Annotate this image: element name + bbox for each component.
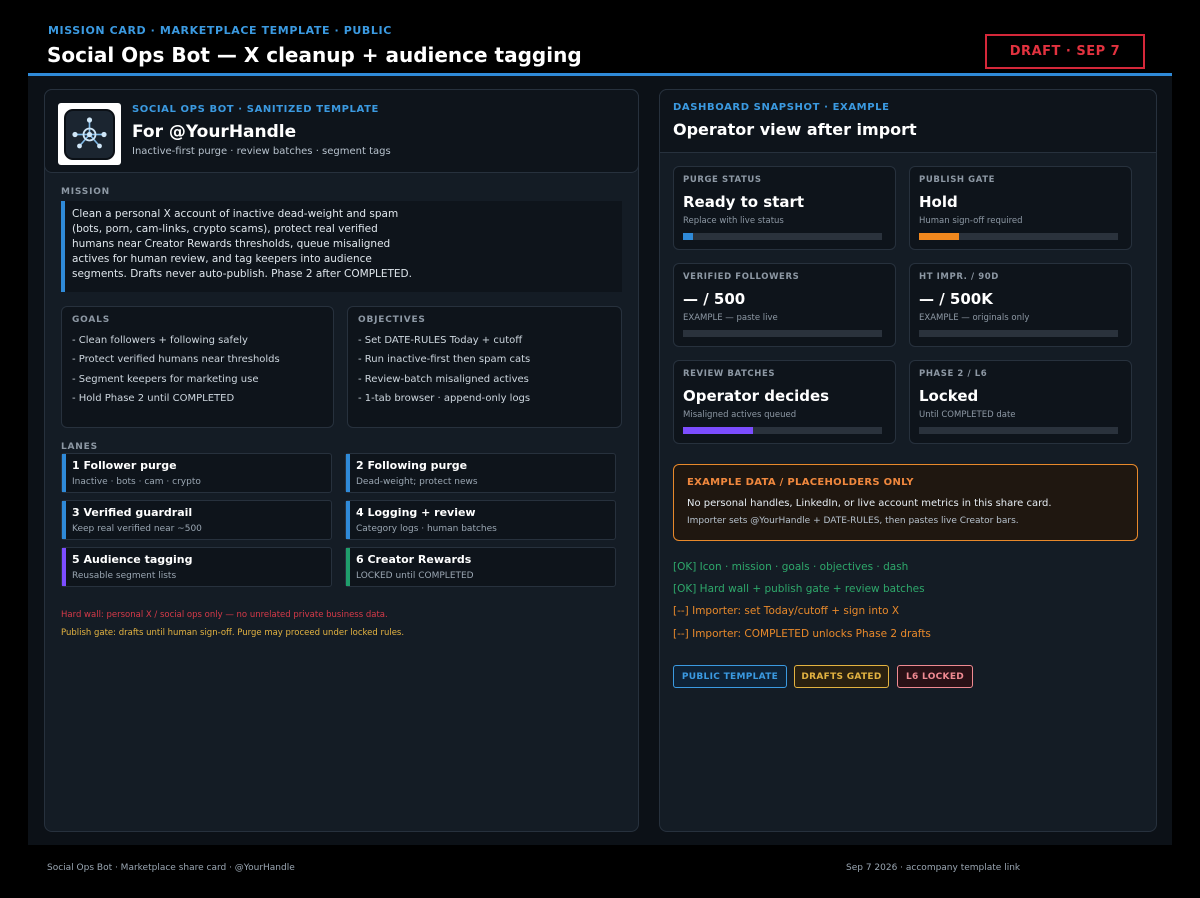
- metric-phase2: PHASE 2 / L6 Locked Until COMPLETED date: [909, 360, 1132, 444]
- lane-title: 2 Following purge: [356, 459, 468, 472]
- metric-progress-track: [919, 427, 1118, 434]
- dashboard-title: Operator view after import: [673, 120, 917, 139]
- hard-wall-note: Hard wall: personal X / social ops only …: [61, 610, 388, 620]
- goal-item: - Clean followers + following safely: [72, 335, 248, 346]
- checklist-item: [OK] Icon · mission · goals · objectives…: [673, 561, 909, 573]
- metric-note: Until COMPLETED date: [919, 410, 1016, 420]
- mission-text: Clean a personal X account of inactive d…: [72, 208, 412, 280]
- metric-progress-fill: [683, 233, 693, 240]
- lane-creator-rewards: 6 Creator Rewards LOCKED until COMPLETED: [345, 547, 616, 587]
- metric-value: Operator decides: [683, 387, 830, 405]
- lane-following-purge: 2 Following purge Dead-weight; protect n…: [345, 453, 616, 493]
- metric-label: HT IMPR. / 90D: [919, 272, 999, 282]
- lane-subtitle: Category logs · human batches: [356, 524, 497, 534]
- objectives-label: OBJECTIVES: [358, 315, 426, 325]
- metric-review-batches: REVIEW BATCHES Operator decides Misalign…: [673, 360, 896, 444]
- metric-note: EXAMPLE — paste live: [683, 313, 778, 323]
- objective-item: - Run inactive-first then spam cats: [358, 354, 531, 365]
- footer-right: Sep 7 2026 · accompany template link: [846, 863, 1021, 873]
- lane-subtitle: Inactive · bots · cam · crypto: [72, 477, 201, 487]
- lane-accent: [346, 548, 350, 586]
- dashboard-kicker: DASHBOARD SNAPSHOT · EXAMPLE: [673, 102, 890, 113]
- metric-publish-gate: PUBLISH GATE Hold Human sign-off require…: [909, 166, 1132, 250]
- goal-item: - Protect verified humans near threshold…: [72, 354, 280, 365]
- lane-title: 5 Audience tagging: [72, 553, 193, 566]
- metric-label: PHASE 2 / L6: [919, 369, 988, 379]
- lane-accent: [62, 501, 66, 539]
- lane-subtitle: Dead-weight; protect news: [356, 477, 478, 487]
- identity-kicker: SOCIAL OPS BOT · SANITIZED TEMPLATE: [132, 104, 379, 115]
- metric-progress-track: [919, 330, 1118, 337]
- metric-value: Ready to start: [683, 193, 805, 211]
- tag-drafts-gated: DRAFTS GATED: [794, 665, 889, 688]
- metric-value: — / 500K: [919, 290, 993, 308]
- lane-title: 3 Verified guardrail: [72, 506, 193, 519]
- header-kicker: MISSION CARD · MARKETPLACE TEMPLATE · PU…: [48, 24, 392, 37]
- objective-item: - Set DATE-RULES Today + cutoff: [358, 335, 523, 346]
- metric-value: Locked: [919, 387, 979, 405]
- identity-subtitle: Inactive-first purge · review batches · …: [132, 146, 391, 157]
- objective-item: - 1-tab browser · append-only logs: [358, 393, 531, 404]
- goal-item: - Hold Phase 2 until COMPLETED: [72, 393, 235, 404]
- metric-label: PURGE STATUS: [683, 175, 762, 185]
- metric-note: Replace with live status: [683, 216, 784, 226]
- metric-note: EXAMPLE — originals only: [919, 313, 1030, 323]
- checklist-item: [OK] Hard wall + publish gate + review b…: [673, 583, 925, 595]
- tag-public-template: PUBLIC TEMPLATE: [673, 665, 787, 688]
- warning-body: No personal handles, LinkedIn, or live a…: [687, 498, 1052, 509]
- metric-value: Hold: [919, 193, 958, 211]
- mission-label: MISSION: [61, 187, 110, 197]
- goal-item: - Segment keepers for marketing use: [72, 374, 259, 385]
- lane-title: 6 Creator Rewards: [356, 553, 472, 566]
- lane-audience-tagging: 5 Audience tagging Reusable segment list…: [61, 547, 332, 587]
- metric-progress-track: [683, 233, 882, 240]
- draft-badge: DRAFT · SEP 7: [985, 34, 1145, 69]
- network-node-icon: [64, 108, 115, 160]
- lane-subtitle: Keep real verified near ~500: [72, 524, 202, 534]
- lane-title: 1 Follower purge: [72, 459, 177, 472]
- metric-progress-fill: [683, 427, 753, 434]
- metric-value: — / 500: [683, 290, 746, 308]
- metric-progress-track: [683, 330, 882, 337]
- metric-label: VERIFIED FOLLOWERS: [683, 272, 800, 282]
- warning-title: EXAMPLE DATA / PLACEHOLDERS ONLY: [687, 477, 914, 488]
- metric-verified-followers: VERIFIED FOLLOWERS — / 500 EXAMPLE — pas…: [673, 263, 896, 347]
- metric-progress-track: [683, 427, 882, 434]
- page-title: Social Ops Bot — X cleanup + audience ta…: [47, 43, 582, 67]
- metric-progress-fill: [919, 233, 959, 240]
- lane-follower-purge: 1 Follower purge Inactive · bots · cam ·…: [61, 453, 332, 493]
- objective-item: - Review-batch misaligned actives: [358, 374, 529, 385]
- metric-note: Misaligned actives queued: [683, 410, 797, 420]
- lane-logging-review: 4 Logging + review Category logs · human…: [345, 500, 616, 540]
- warning-subtext: Importer sets @YourHandle + DATE-RULES, …: [687, 516, 1019, 526]
- metric-progress-track: [919, 233, 1118, 240]
- goals-label: GOALS: [72, 315, 110, 325]
- lanes-label: LANES: [61, 442, 98, 452]
- lane-subtitle: LOCKED until COMPLETED: [356, 571, 474, 581]
- metric-label: REVIEW BATCHES: [683, 369, 776, 379]
- checklist-item: [--] Importer: COMPLETED unlocks Phase 2…: [673, 628, 931, 640]
- publish-gate-note: Publish gate: drafts until human sign-of…: [61, 628, 405, 638]
- lane-accent: [346, 501, 350, 539]
- metric-label: PUBLISH GATE: [919, 175, 996, 185]
- lane-accent: [62, 548, 66, 586]
- lane-accent: [62, 454, 66, 492]
- footer-left: Social Ops Bot · Marketplace share card …: [47, 863, 295, 873]
- metric-ht-impressions: HT IMPR. / 90D — / 500K EXAMPLE — origin…: [909, 263, 1132, 347]
- lane-verified-guardrail: 3 Verified guardrail Keep real verified …: [61, 500, 332, 540]
- metric-note: Human sign-off required: [919, 216, 1023, 226]
- bot-logo: [58, 103, 121, 165]
- tag-l6-locked: L6 LOCKED: [897, 665, 973, 688]
- lane-accent: [346, 454, 350, 492]
- checklist-item: [--] Importer: set Today/cutoff + sign i…: [673, 605, 900, 617]
- lane-title: 4 Logging + review: [356, 506, 476, 519]
- identity-title: For @YourHandle: [132, 122, 297, 142]
- lane-subtitle: Reusable segment lists: [72, 571, 177, 581]
- metric-purge-status: PURGE STATUS Ready to start Replace with…: [673, 166, 896, 250]
